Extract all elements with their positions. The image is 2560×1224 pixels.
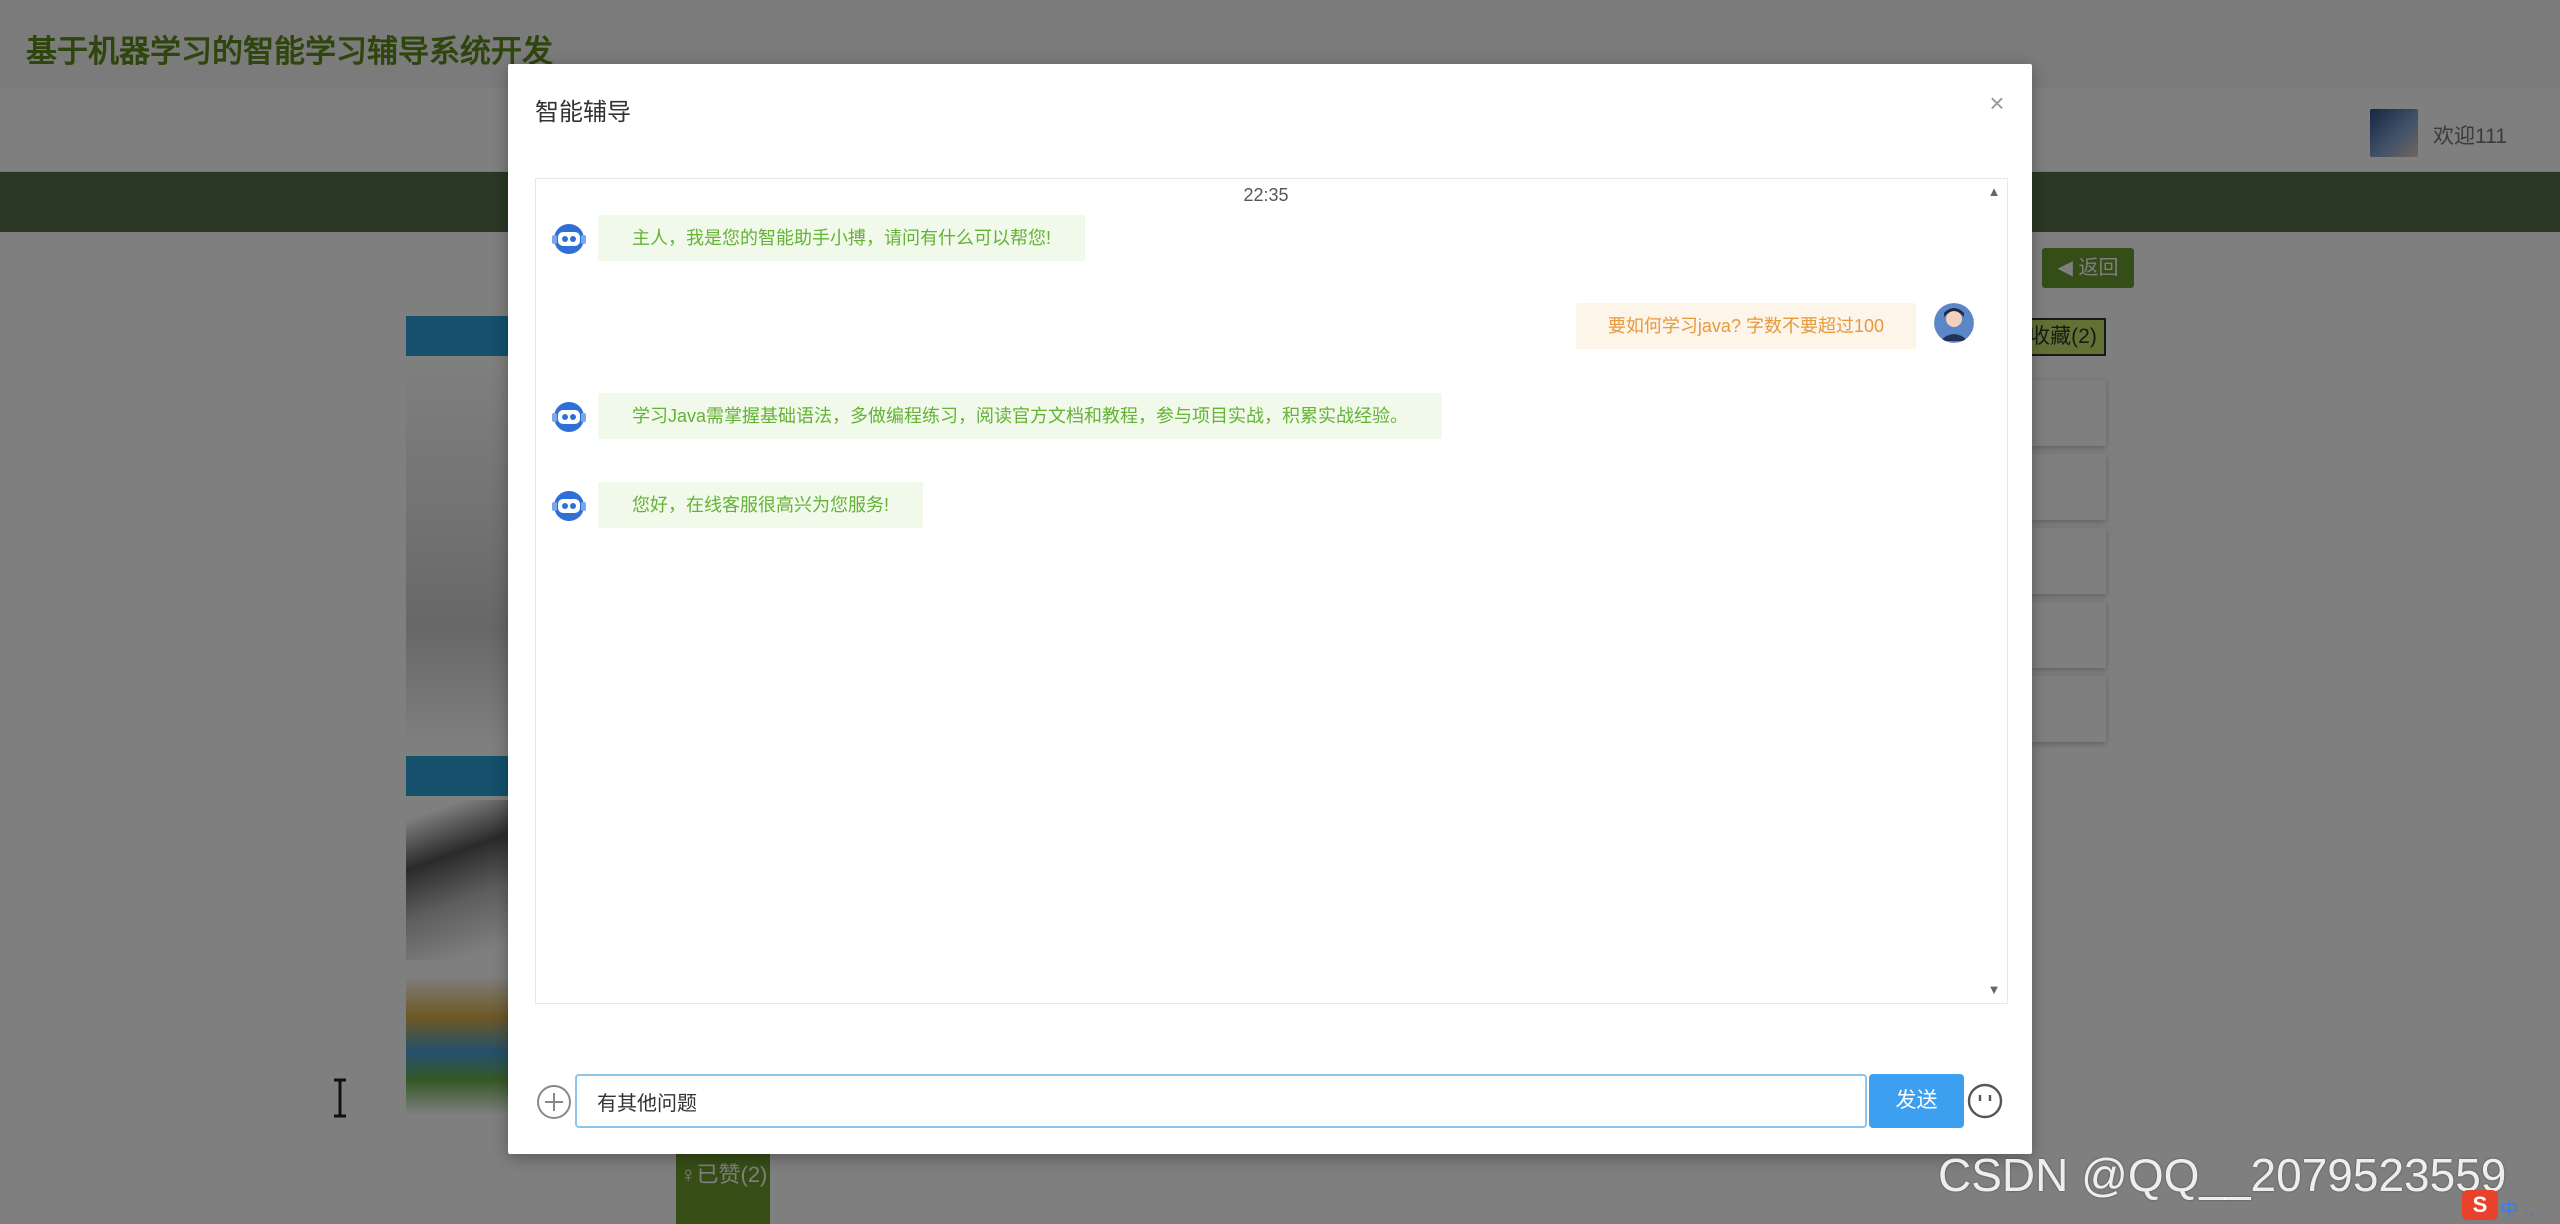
robot-icon <box>552 491 586 521</box>
bot-message-text: 主人，我是您的智能助手小搏，请问有什么可以帮您! <box>598 215 1085 261</box>
bot-message-text: 学习Java需掌握基础语法，多做编程练习，阅读官方文档和教程，参与项目实战，积累… <box>598 393 1443 439</box>
bot-message-text: 您好，在线客服很高兴为您服务! <box>598 482 923 528</box>
user-avatar <box>1934 303 1974 343</box>
chat-modal: 智能辅导 × ▲ ▼ 22:35 主人，我是您的智能助手小搏，请问有什么可以帮您… <box>508 64 2032 1154</box>
close-icon[interactable]: × <box>1982 88 2012 118</box>
user-message-text: 要如何学习java? 字数不要超过100 <box>1575 303 1916 349</box>
ime-status[interactable]: 中 ·, <box>2500 1196 2534 1222</box>
robot-icon <box>552 224 586 254</box>
chat-message-input[interactable] <box>575 1074 1867 1128</box>
scroll-down-icon[interactable]: ▼ <box>1986 983 2002 997</box>
chat-input-row: 发送 <box>508 1074 2032 1130</box>
chat-history[interactable]: ▲ ▼ 22:35 主人，我是您的智能助手小搏，请问有什么可以帮您! 要如何学习… <box>535 178 2008 1004</box>
modal-title: 智能辅导 <box>535 99 631 126</box>
text-cursor-icon <box>334 1078 346 1118</box>
ime-logo[interactable]: S <box>2462 1190 2498 1220</box>
emoji-icon[interactable] <box>1966 1082 2004 1120</box>
robot-icon <box>552 402 586 432</box>
watermark: CSDN @QQ__2079523559 <box>1938 1149 2507 1201</box>
send-button[interactable]: 发送 <box>1869 1074 1964 1128</box>
chat-timestamp: 22:35 <box>1243 185 1289 205</box>
plus-icon[interactable] <box>536 1084 572 1120</box>
